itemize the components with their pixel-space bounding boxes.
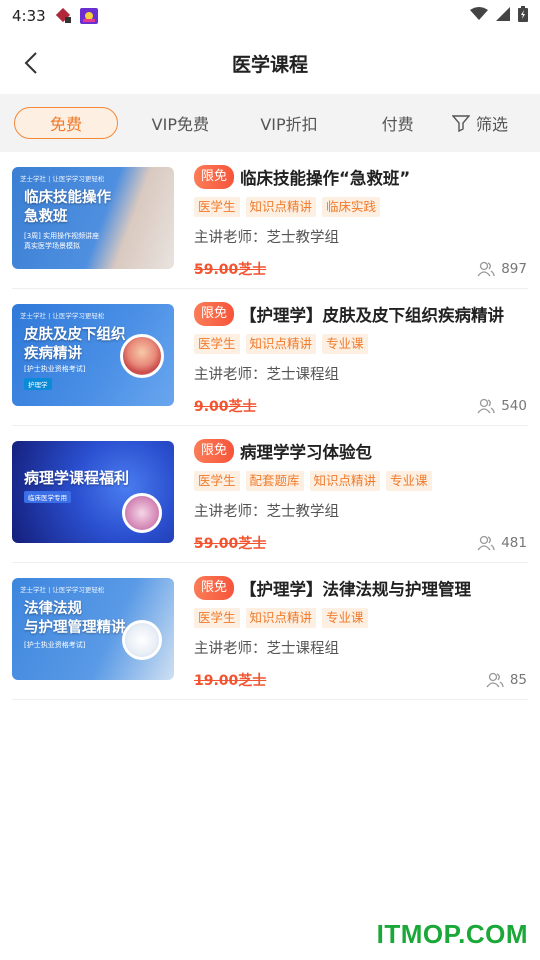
chevron-left-icon (24, 52, 37, 74)
thumbnail-title: 病理学课程福利 (24, 469, 130, 487)
thumbnail-brand: 芝士学社 | 让医学学习更轻松 (20, 312, 105, 320)
course-list: 芝士学社 | 让医学学习更轻松 临床技能操作 急救班 [3周] 实用操作视频讲座… (0, 152, 540, 700)
course-title: 临床技能操作“急救班” (240, 169, 411, 188)
filter-label: 筛选 (475, 115, 508, 134)
free-badge: 限免 (194, 165, 235, 189)
free-badge: 限免 (194, 302, 235, 326)
header: 医学课程 (0, 32, 540, 94)
learner-count-value: 85 (509, 672, 527, 688)
users-icon (477, 398, 495, 414)
thumbnail-title: 临床技能操作 急救班 (24, 190, 111, 225)
thumbnail-subtitle: [护士执业资格考试] (24, 641, 86, 649)
users-icon (486, 672, 504, 688)
battery-icon (518, 6, 528, 26)
signal-icon (496, 7, 510, 25)
users-icon (477, 261, 495, 277)
tab-vip-free[interactable]: VIP免费 (126, 111, 235, 135)
wifi-icon (470, 7, 488, 25)
filter-button[interactable]: 筛选 (451, 111, 526, 135)
course-title: 【护理学】皮肤及皮下组织疾病精讲 (240, 306, 505, 325)
scales-illustration (122, 620, 162, 660)
course-tags: 医学生 知识点精讲 专业课 (194, 334, 528, 354)
course-title: 病理学学习体验包 (240, 443, 373, 462)
free-badge: 限免 (194, 576, 235, 600)
course-price: 19.00芝士 (194, 673, 267, 689)
course-tags: 医学生 知识点精讲 临床实践 (194, 197, 528, 217)
course-item[interactable]: 芝士学社 | 让医学学习更轻松 临床技能操作 急救班 [3周] 实用操作视频讲座… (12, 152, 528, 289)
course-tag: 临床实践 (322, 197, 381, 217)
learner-count-value: 540 (501, 398, 527, 414)
thumbnail-brand: 芝士学社 | 让医学学习更轻松 (20, 175, 105, 183)
course-tag: 医学生 (194, 608, 240, 628)
page-title: 医学课程 (231, 53, 308, 76)
course-tags: 医学生 知识点精讲 专业课 (194, 608, 528, 628)
thumbnail-brand: 芝士学社 | 让医学学习更轻松 (20, 586, 105, 594)
course-thumbnail: 芝士学社 | 让医学学习更轻松 临床技能操作 急救班 [3周] 实用操作视频讲座… (12, 167, 174, 269)
learner-count-value: 897 (501, 261, 527, 277)
course-tag: 知识点精讲 (245, 197, 317, 217)
thumbnail-title: 法律法规 与护理管理精讲 (24, 601, 126, 636)
course-thumbnail: 芝士学社 | 让医学学习更轻松 法律法规 与护理管理精讲 [护士执业资格考试] (12, 578, 174, 680)
course-price: 9.00芝士 (194, 399, 257, 415)
learner-count: 897 (477, 261, 528, 277)
course-info: 限免 【护理学】皮肤及皮下组织疾病精讲 医学生 知识点精讲 专业课 主讲老师：芝… (174, 302, 528, 415)
learner-count: 85 (486, 672, 528, 688)
course-tag: 知识点精讲 (245, 608, 317, 628)
course-teacher: 主讲老师：芝士课程组 (194, 367, 339, 383)
course-teacher: 主讲老师：芝士课程组 (194, 641, 339, 657)
course-tag: 配套题库 (245, 471, 304, 491)
course-info: 限免 病理学学习体验包 医学生 配套题库 知识点精讲 专业课 主讲老师：芝士教学… (174, 439, 528, 552)
watermark: ITMOP.COM (376, 919, 528, 949)
course-tag: 知识点精讲 (245, 334, 317, 354)
course-thumbnail: 病理学课程福利 临床医学专用 (12, 441, 174, 543)
thumbnail-subtitle: [3周] 实用操作视频讲座 真实医学场景模拟 (24, 232, 100, 250)
course-teacher: 主讲老师：芝士教学组 (194, 504, 339, 520)
filter-icon (451, 115, 470, 132)
thumbnail-title: 皮肤及皮下组织 疾病精讲 (24, 327, 126, 362)
thumbnail-chip: 临床医学专用 (24, 491, 71, 503)
course-thumbnail: 芝士学社 | 让医学学习更轻松 皮肤及皮下组织 疾病精讲 [护士执业资格考试] … (12, 304, 174, 406)
course-item[interactable]: 病理学课程福利 临床医学专用 限免 病理学学习体验包 医学生 配套题库 知识点精… (12, 426, 528, 563)
course-tag: 知识点精讲 (309, 471, 381, 491)
course-price: 59.00芝士 (194, 536, 267, 552)
free-badge: 限免 (194, 439, 235, 463)
app-notification-icon (55, 7, 72, 24)
course-tag: 专业课 (386, 471, 432, 491)
back-button[interactable] (16, 48, 46, 78)
microscope-illustration (122, 493, 162, 533)
course-item[interactable]: 芝士学社 | 让医学学习更轻松 皮肤及皮下组织 疾病精讲 [护士执业资格考试] … (12, 289, 528, 426)
learner-count-value: 481 (501, 535, 527, 551)
course-teacher: 主讲老师：芝士教学组 (194, 230, 339, 246)
skin-illustration (120, 334, 164, 378)
course-price: 59.00芝士 (194, 262, 267, 278)
course-tag: 专业课 (322, 334, 368, 354)
course-tag: 医学生 (194, 334, 240, 354)
course-item[interactable]: 芝士学社 | 让医学学习更轻松 法律法规 与护理管理精讲 [护士执业资格考试] … (12, 563, 528, 700)
course-tag: 医学生 (194, 197, 240, 217)
status-bar: 4:33 (0, 0, 540, 32)
tab-paid[interactable]: 付费 (343, 111, 452, 135)
tab-vip-discount[interactable]: VIP折扣 (235, 111, 344, 135)
course-tag: 医学生 (194, 471, 240, 491)
tab-free[interactable]: 免费 (14, 107, 118, 139)
learner-count: 481 (477, 535, 528, 551)
course-info: 限免 【护理学】法律法规与护理管理 医学生 知识点精讲 专业课 主讲老师：芝士课… (174, 576, 528, 689)
category-tabs: 免费 VIP免费 VIP折扣 付费 筛选 (0, 94, 540, 152)
course-title: 【护理学】法律法规与护理管理 (240, 580, 472, 599)
thumbnail-chip: 护理学 (24, 378, 52, 390)
app-notification-icon-2 (79, 8, 98, 24)
course-tag: 专业课 (322, 608, 368, 628)
course-info: 限免 临床技能操作“急救班” 医学生 知识点精讲 临床实践 主讲老师：芝士教学组… (174, 165, 528, 278)
learner-count: 540 (477, 398, 528, 414)
course-tags: 医学生 配套题库 知识点精讲 专业课 (194, 471, 528, 491)
status-time: 4:33 (12, 7, 46, 25)
users-icon (477, 535, 495, 551)
thumbnail-subtitle: [护士执业资格考试] (24, 365, 86, 373)
